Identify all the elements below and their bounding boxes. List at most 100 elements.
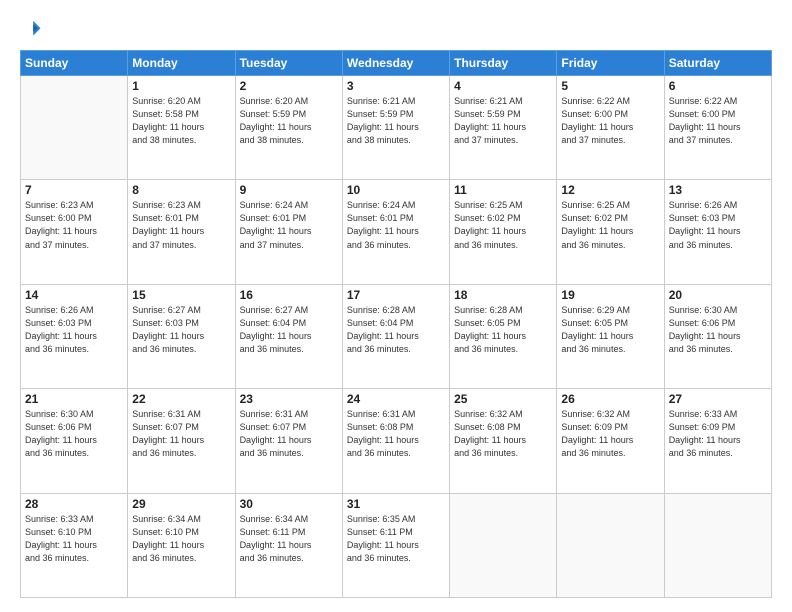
day-number: 6 — [669, 79, 767, 93]
day-number: 23 — [240, 392, 338, 406]
day-number: 4 — [454, 79, 552, 93]
day-number: 3 — [347, 79, 445, 93]
day-number: 14 — [25, 288, 123, 302]
day-info: Sunrise: 6:20 AMSunset: 5:59 PMDaylight:… — [240, 95, 338, 147]
calendar-cell: 23 Sunrise: 6:31 AMSunset: 6:07 PMDayligh… — [235, 389, 342, 493]
day-info: Sunrise: 6:33 AMSunset: 6:10 PMDaylight:… — [25, 513, 123, 565]
day-info: Sunrise: 6:32 AMSunset: 6:08 PMDaylight:… — [454, 408, 552, 460]
calendar-cell: 22 Sunrise: 6:31 AMSunset: 6:07 PMDayligh… — [128, 389, 235, 493]
calendar-cell — [21, 76, 128, 180]
day-number: 15 — [132, 288, 230, 302]
day-info: Sunrise: 6:26 AMSunset: 6:03 PMDaylight:… — [669, 199, 767, 251]
day-info: Sunrise: 6:30 AMSunset: 6:06 PMDaylight:… — [25, 408, 123, 460]
calendar-cell: 9 Sunrise: 6:24 AMSunset: 6:01 PMDaylight… — [235, 180, 342, 284]
calendar-header-monday: Monday — [128, 51, 235, 76]
day-info: Sunrise: 6:28 AMSunset: 6:04 PMDaylight:… — [347, 304, 445, 356]
calendar-week-row-1: 1 Sunrise: 6:20 AMSunset: 5:58 PMDaylight… — [21, 76, 772, 180]
day-number: 8 — [132, 183, 230, 197]
calendar-cell: 8 Sunrise: 6:23 AMSunset: 6:01 PMDaylight… — [128, 180, 235, 284]
logo — [20, 18, 46, 40]
day-number: 30 — [240, 497, 338, 511]
calendar-cell: 4 Sunrise: 6:21 AMSunset: 5:59 PMDaylight… — [450, 76, 557, 180]
day-info: Sunrise: 6:34 AMSunset: 6:11 PMDaylight:… — [240, 513, 338, 565]
calendar-header-sunday: Sunday — [21, 51, 128, 76]
calendar-cell: 7 Sunrise: 6:23 AMSunset: 6:00 PMDaylight… — [21, 180, 128, 284]
calendar-cell: 21 Sunrise: 6:30 AMSunset: 6:06 PMDayligh… — [21, 389, 128, 493]
day-number: 2 — [240, 79, 338, 93]
day-info: Sunrise: 6:29 AMSunset: 6:05 PMDaylight:… — [561, 304, 659, 356]
calendar-cell: 12Sunrise: 6:25 AMSunset: 6:02 PMDayligh… — [557, 180, 664, 284]
calendar-cell: 24Sunrise: 6:31 AMSunset: 6:08 PMDayligh… — [342, 389, 449, 493]
day-info: Sunrise: 6:23 AMSunset: 6:00 PMDaylight:… — [25, 199, 123, 251]
day-number: 29 — [132, 497, 230, 511]
calendar-cell: 6Sunrise: 6:22 AMSunset: 6:00 PMDaylight… — [664, 76, 771, 180]
day-number: 25 — [454, 392, 552, 406]
calendar-cell: 26 Sunrise: 6:32 AMSunset: 6:09 PMDayligh… — [557, 389, 664, 493]
calendar-cell: 1 Sunrise: 6:20 AMSunset: 5:58 PMDaylight… — [128, 76, 235, 180]
calendar-cell: 11 Sunrise: 6:25 AMSunset: 6:02 PMDayligh… — [450, 180, 557, 284]
day-number: 17 — [347, 288, 445, 302]
day-number: 27 — [669, 392, 767, 406]
day-info: Sunrise: 6:33 AMSunset: 6:09 PMDaylight:… — [669, 408, 767, 460]
calendar-cell: 31Sunrise: 6:35 AMSunset: 6:11 PMDayligh… — [342, 493, 449, 597]
day-number: 1 — [132, 79, 230, 93]
day-info: Sunrise: 6:23 AMSunset: 6:01 PMDaylight:… — [132, 199, 230, 251]
day-info: Sunrise: 6:32 AMSunset: 6:09 PMDaylight:… — [561, 408, 659, 460]
calendar-cell — [450, 493, 557, 597]
day-info: Sunrise: 6:31 AMSunset: 6:07 PMDaylight:… — [240, 408, 338, 460]
calendar-week-row-4: 21 Sunrise: 6:30 AMSunset: 6:06 PMDayligh… — [21, 389, 772, 493]
calendar-week-row-2: 7 Sunrise: 6:23 AMSunset: 6:00 PMDaylight… — [21, 180, 772, 284]
day-number: 10 — [347, 183, 445, 197]
calendar-header-wednesday: Wednesday — [342, 51, 449, 76]
calendar-cell: 30 Sunrise: 6:34 AMSunset: 6:11 PMDayligh… — [235, 493, 342, 597]
calendar-cell: 25 Sunrise: 6:32 AMSunset: 6:08 PMDayligh… — [450, 389, 557, 493]
calendar-cell: 3 Sunrise: 6:21 AMSunset: 5:59 PMDaylight… — [342, 76, 449, 180]
day-info: Sunrise: 6:35 AMSunset: 6:11 PMDaylight:… — [347, 513, 445, 565]
calendar-header-tuesday: Tuesday — [235, 51, 342, 76]
calendar-header-friday: Friday — [557, 51, 664, 76]
day-info: Sunrise: 6:27 AMSunset: 6:03 PMDaylight:… — [132, 304, 230, 356]
calendar-cell: 19 Sunrise: 6:29 AMSunset: 6:05 PMDayligh… — [557, 284, 664, 388]
day-number: 28 — [25, 497, 123, 511]
calendar-week-row-3: 14 Sunrise: 6:26 AMSunset: 6:03 PMDayligh… — [21, 284, 772, 388]
day-info: Sunrise: 6:27 AMSunset: 6:04 PMDaylight:… — [240, 304, 338, 356]
day-number: 7 — [25, 183, 123, 197]
calendar-cell: 13 Sunrise: 6:26 AMSunset: 6:03 PMDayligh… — [664, 180, 771, 284]
day-info: Sunrise: 6:24 AMSunset: 6:01 PMDaylight:… — [240, 199, 338, 251]
calendar-week-row-5: 28 Sunrise: 6:33 AMSunset: 6:10 PMDayligh… — [21, 493, 772, 597]
day-info: Sunrise: 6:34 AMSunset: 6:10 PMDaylight:… — [132, 513, 230, 565]
day-info: Sunrise: 6:22 AMSunset: 6:00 PMDaylight:… — [561, 95, 659, 147]
header — [20, 18, 772, 40]
day-info: Sunrise: 6:21 AMSunset: 5:59 PMDaylight:… — [347, 95, 445, 147]
day-number: 18 — [454, 288, 552, 302]
calendar-cell — [664, 493, 771, 597]
calendar-cell: 29 Sunrise: 6:34 AMSunset: 6:10 PMDayligh… — [128, 493, 235, 597]
calendar-cell: 20 Sunrise: 6:30 AMSunset: 6:06 PMDayligh… — [664, 284, 771, 388]
calendar-header-saturday: Saturday — [664, 51, 771, 76]
day-info: Sunrise: 6:30 AMSunset: 6:06 PMDaylight:… — [669, 304, 767, 356]
day-number: 22 — [132, 392, 230, 406]
day-number: 12 — [561, 183, 659, 197]
calendar-header-thursday: Thursday — [450, 51, 557, 76]
day-number: 13 — [669, 183, 767, 197]
calendar-table: SundayMondayTuesdayWednesdayThursdayFrid… — [20, 50, 772, 598]
day-info: Sunrise: 6:26 AMSunset: 6:03 PMDaylight:… — [25, 304, 123, 356]
day-number: 20 — [669, 288, 767, 302]
page: SundayMondayTuesdayWednesdayThursdayFrid… — [0, 0, 792, 612]
day-info: Sunrise: 6:21 AMSunset: 5:59 PMDaylight:… — [454, 95, 552, 147]
calendar-cell: 28 Sunrise: 6:33 AMSunset: 6:10 PMDayligh… — [21, 493, 128, 597]
day-number: 24 — [347, 392, 445, 406]
day-number: 21 — [25, 392, 123, 406]
day-number: 9 — [240, 183, 338, 197]
day-info: Sunrise: 6:20 AMSunset: 5:58 PMDaylight:… — [132, 95, 230, 147]
day-number: 19 — [561, 288, 659, 302]
calendar-cell: 5 Sunrise: 6:22 AMSunset: 6:00 PMDaylight… — [557, 76, 664, 180]
day-info: Sunrise: 6:31 AMSunset: 6:07 PMDaylight:… — [132, 408, 230, 460]
day-info: Sunrise: 6:24 AMSunset: 6:01 PMDaylight:… — [347, 199, 445, 251]
logo-icon — [20, 18, 42, 40]
day-number: 26 — [561, 392, 659, 406]
day-number: 11 — [454, 183, 552, 197]
calendar-cell: 27 Sunrise: 6:33 AMSunset: 6:09 PMDayligh… — [664, 389, 771, 493]
day-info: Sunrise: 6:25 AMSunset: 6:02 PMDaylight:… — [454, 199, 552, 251]
day-number: 5 — [561, 79, 659, 93]
